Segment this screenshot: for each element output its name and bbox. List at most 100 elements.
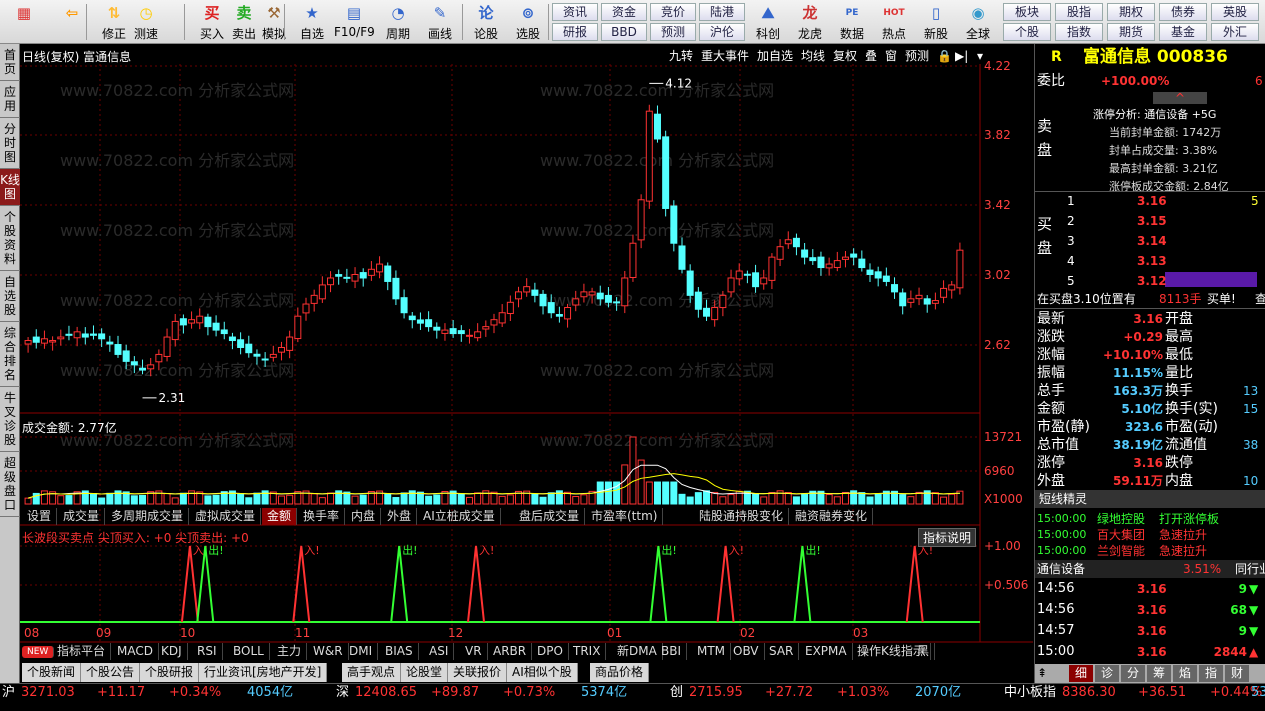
news-tab-7[interactable]: AI相似个股	[507, 663, 578, 682]
sidebar-tab-3[interactable]: K线图	[0, 169, 20, 206]
menu2-外汇[interactable]: 外汇	[1211, 23, 1259, 41]
news-tab-5[interactable]: 论股堂	[401, 663, 449, 682]
menu-BBD[interactable]: BBD	[601, 23, 647, 41]
chart-top-button-7[interactable]: 预测	[902, 48, 932, 65]
panel-tab-6[interactable]: 内盘	[346, 508, 382, 525]
panel-tab-8[interactable]: AI立桩成交量	[418, 508, 501, 525]
toolbar-button-10[interactable]: ✎ 画线	[420, 2, 460, 42]
indicator-tab-22[interactable]: 黑	[912, 643, 936, 660]
toolbar-button-0[interactable]: ▦	[4, 2, 44, 42]
panel-tab-1[interactable]: 成交量	[58, 508, 106, 525]
bottom-tab-1[interactable]: 诊	[1095, 665, 1119, 682]
menu2-基金[interactable]: 基金	[1159, 23, 1207, 41]
news-tab-6[interactable]: 关联报价	[448, 663, 508, 682]
indicator-tab-6[interactable]: 主力	[272, 643, 308, 660]
toolbar-button-7[interactable]: ★ 自选	[292, 2, 332, 42]
news-tab-2[interactable]: 个股研报	[140, 663, 200, 682]
toolbar2-button-5[interactable]: ◉ 全球	[958, 2, 998, 42]
toolbar-button-11[interactable]: 论论股	[466, 2, 506, 42]
sidebar-tab-0[interactable]: 首页	[0, 44, 20, 81]
toolbar2-button-4[interactable]: ▯ 新股	[916, 2, 956, 42]
toolbar-button-3[interactable]: ◷ 测速	[126, 2, 166, 42]
indicator-tab-18[interactable]: OBV	[728, 643, 765, 660]
indicator-tab-10[interactable]: ASI	[424, 643, 455, 660]
chart-top-button-2[interactable]: 加自选	[754, 48, 796, 65]
panel-tab-7[interactable]: 外盘	[382, 508, 418, 525]
indicator-tab-5[interactable]: BOLL	[228, 643, 270, 660]
indicator-tab-12[interactable]: ARBR	[488, 643, 533, 660]
toolbar-button-6[interactable]: ⚒ 模拟	[254, 2, 294, 42]
panel-tab-12[interactable]: 融资融券变化	[790, 508, 874, 525]
panel-tab-0[interactable]: 设置	[22, 508, 58, 525]
indicator-tab-8[interactable]: DMI	[344, 643, 379, 660]
dropdown-icon[interactable]: ▾	[974, 48, 986, 65]
indicator-tab-0[interactable]: NEW	[22, 646, 55, 658]
chart-top-button-4[interactable]: 复权	[830, 48, 860, 65]
toolbar-button-12[interactable]: ⊚ 选股	[508, 2, 548, 42]
sidebar-tab-2[interactable]: 分时图	[0, 118, 20, 169]
menu-沪伦[interactable]: 沪伦	[699, 23, 745, 41]
menu-竞价[interactable]: 竞价	[650, 3, 696, 21]
news-tab-4[interactable]: 高手观点	[342, 663, 402, 682]
chart-top-button-5[interactable]: 叠	[862, 48, 880, 65]
panel-tab-5[interactable]: 换手率	[298, 508, 346, 525]
menu2-债券[interactable]: 债券	[1159, 3, 1207, 21]
menu2-指数[interactable]: 指数	[1055, 23, 1103, 41]
toolbar2-button-0[interactable]: ⛰ 科创	[748, 2, 788, 42]
toolbar-button-8[interactable]: ▤ F10/F9	[334, 2, 375, 42]
indicator-help-button[interactable]: 指标说明	[918, 528, 977, 547]
news-tab-0[interactable]: 个股新闻	[22, 663, 82, 682]
indicator-tab-11[interactable]: VR	[460, 643, 488, 660]
bottom-tab-4[interactable]: 焰	[1173, 665, 1197, 682]
menu-陆港[interactable]: 陆港	[699, 3, 745, 21]
sidebar-tab-8[interactable]: 超级盘口	[0, 452, 20, 517]
indicator-tab-9[interactable]: BIAS	[380, 643, 419, 660]
bottom-tab-2[interactable]: 分	[1121, 665, 1145, 682]
menu-研报[interactable]: 研报	[552, 23, 598, 41]
menu2-期权[interactable]: 期权	[1107, 3, 1155, 21]
indicator-tab-17[interactable]: MTM	[692, 643, 732, 660]
chart-top-button-0[interactable]: 九转	[666, 48, 696, 65]
panel-tab-4[interactable]: 金额	[262, 508, 298, 525]
panel-tab-2[interactable]: 多周期成交量	[106, 508, 190, 525]
collapse-icon[interactable]: ^	[1153, 92, 1207, 104]
menu-资讯[interactable]: 资讯	[552, 3, 598, 21]
menu-资金[interactable]: 资金	[601, 3, 647, 21]
indicator-tab-2[interactable]: MACD	[112, 643, 159, 660]
indicator-tab-20[interactable]: EXPMA	[800, 643, 853, 660]
bottom-tab-3[interactable]: 筹	[1147, 665, 1171, 682]
bottom-tab-0[interactable]: 细	[1069, 665, 1093, 682]
toolbar2-button-2[interactable]: PE 数据	[832, 2, 872, 42]
toolbar2-button-3[interactable]: HOT 热点	[874, 2, 914, 42]
menu2-期货[interactable]: 期货	[1107, 23, 1155, 41]
sidebar-tab-1[interactable]: 应用	[0, 81, 20, 118]
sidebar-tab-4[interactable]: 个股资料	[0, 206, 20, 271]
menu2-板块[interactable]: 板块	[1003, 3, 1051, 21]
panel-tab-10[interactable]: 市盈率(ttm)	[586, 508, 664, 525]
menu2-个股[interactable]: 个股	[1003, 23, 1051, 41]
buy-line-end[interactable]: 查	[1255, 290, 1265, 308]
news-tab-8[interactable]: 商品价格	[590, 663, 650, 682]
indicator-tab-14[interactable]: TRIX	[568, 643, 607, 660]
menu-预测[interactable]: 预测	[650, 23, 696, 41]
expand-icon[interactable]: ▶|	[952, 48, 971, 65]
toolbar-button-9[interactable]: ◔ 周期	[378, 2, 418, 42]
kline-chart-svg[interactable]: 4.22 3.82 3.42 3.02 2.62 www.70822.com 分析家公式网…	[20, 44, 1033, 683]
indicator-tab-4[interactable]: RSI	[192, 643, 223, 660]
bottom-tab-6[interactable]: 财	[1225, 665, 1249, 682]
indicator-tab-19[interactable]: SAR	[764, 643, 800, 660]
pin-icon[interactable]: ⇞	[1037, 664, 1057, 682]
sidebar-tab-7[interactable]: 牛叉诊股	[0, 387, 20, 452]
news-tab-1[interactable]: 个股公告	[81, 663, 141, 682]
bottom-tab-5[interactable]: 指	[1199, 665, 1223, 682]
indicator-tab-3[interactable]: KDJ	[156, 643, 188, 660]
chart-top-button-1[interactable]: 重大事件	[698, 48, 752, 65]
panel-tab-11[interactable]: 陆股通持股变化	[694, 508, 790, 525]
panel-tab-9[interactable]: 盘后成交量	[514, 508, 586, 525]
sidebar-tab-6[interactable]: 综合排名	[0, 322, 20, 387]
chart-top-button-3[interactable]: 均线	[798, 48, 828, 65]
indicator-tab-1[interactable]: 指标平台	[52, 643, 112, 660]
sidebar-tab-5[interactable]: 自选股	[0, 271, 20, 322]
indicator-tab-13[interactable]: DPO	[532, 643, 569, 660]
indicator-tab-16[interactable]: BBI	[656, 643, 688, 660]
